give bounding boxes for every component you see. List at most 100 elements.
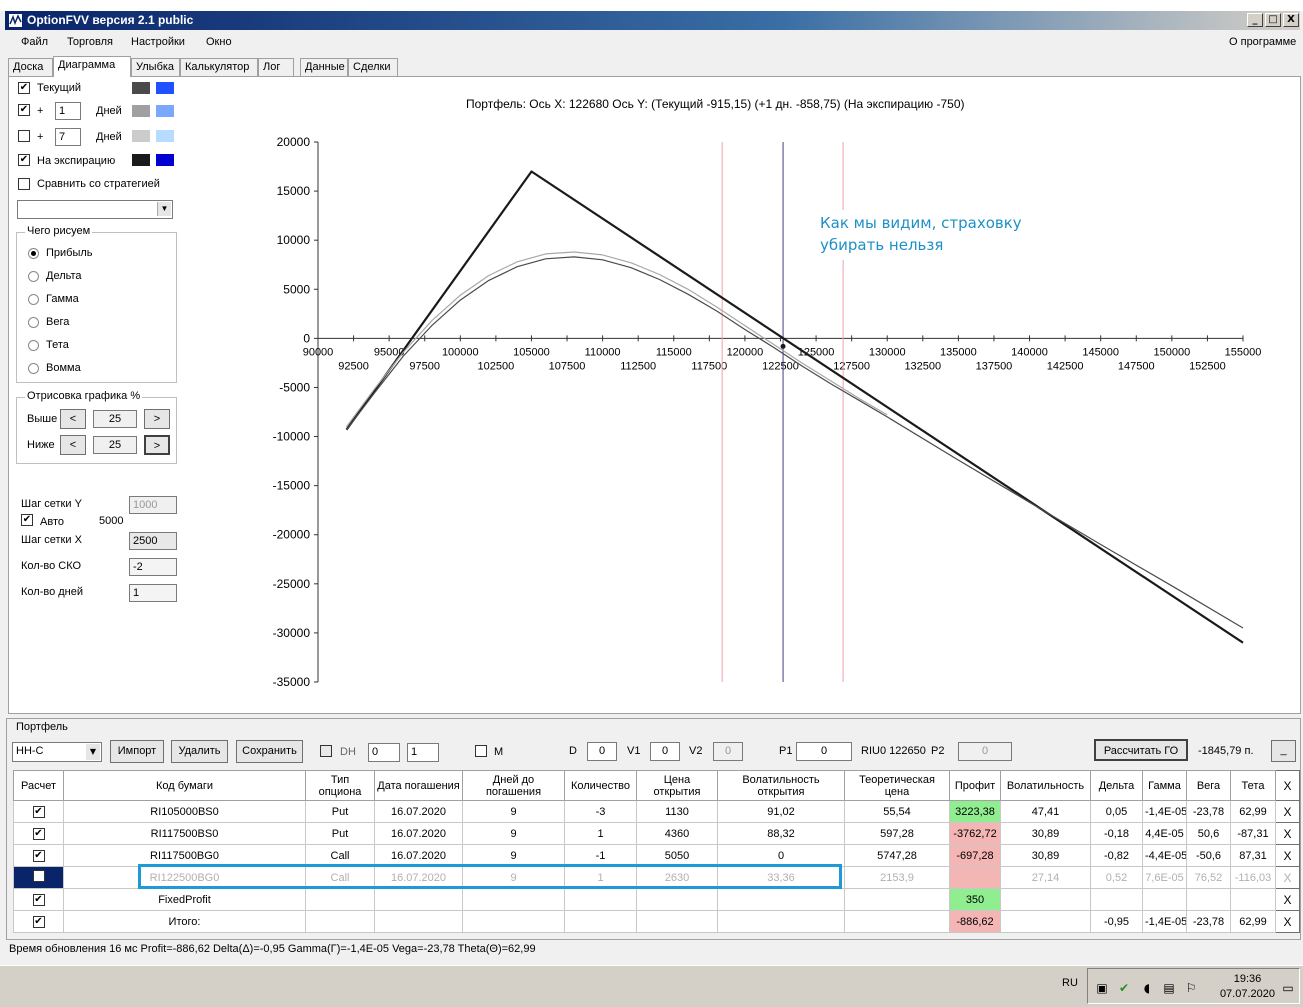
row-delete-button[interactable]: X	[1275, 888, 1300, 911]
y-tick-label: -15000	[273, 479, 311, 493]
col-header-price[interactable]: Цена открытия	[636, 770, 718, 801]
show-desktop-icon[interactable]: ▭	[1281, 981, 1295, 995]
save-button[interactable]: Сохранить	[236, 740, 303, 763]
col-header-date[interactable]: Дата погашения	[374, 770, 463, 801]
col-header-vega[interactable]: Вега	[1186, 770, 1231, 801]
calculate-go-button[interactable]: Рассчитать ГО	[1094, 739, 1188, 761]
cell-theo: 55,54	[844, 800, 950, 823]
chevron-down-icon[interactable]: ▼	[86, 744, 100, 760]
cell-vega: 76,52	[1186, 866, 1231, 889]
cell-theta: 62,99	[1230, 800, 1276, 823]
row-delete-button[interactable]: X	[1275, 866, 1300, 889]
v2-input[interactable]: 0	[713, 742, 743, 761]
cell-gamma: -4,4E-05	[1142, 844, 1187, 867]
row-checkbox[interactable]	[32, 870, 45, 882]
x-tick-label: 110000	[585, 346, 621, 358]
delete-button[interactable]: Удалить	[171, 740, 228, 763]
dh-stepper-1[interactable]: 0	[368, 743, 400, 762]
x-tick-label: 112500	[620, 360, 656, 372]
cell-qty[interactable]: -3	[564, 800, 637, 823]
y-tick-label: -30000	[273, 626, 311, 640]
x-tick-label: 135000	[940, 346, 977, 358]
cell-delta: 0,05	[1090, 800, 1143, 823]
col-header-delta[interactable]: Дельта	[1090, 770, 1143, 801]
x-tick-label: 120000	[727, 346, 764, 358]
cell-profit	[949, 866, 1001, 889]
row-delete-button[interactable]: X	[1275, 822, 1300, 845]
profit-chart[interactable]: 20000 15000 10000 5000 0 -5000 -10000 -15000 -20…	[0, 0, 1303, 720]
cell-qty[interactable]: 1	[564, 822, 637, 845]
col-header-type[interactable]: Тип опциона	[305, 770, 375, 801]
cell-gamma: 4,4E-05	[1142, 822, 1187, 845]
row-checkbox[interactable]: ✔	[32, 916, 45, 928]
table-row[interactable]: ✔ RI105000BS0 Put 16.07.2020 9 -3 1130 9…	[13, 800, 1300, 823]
portfolio-title: Портфель	[16, 721, 68, 733]
cell-theo: 2153,9	[844, 866, 950, 889]
cell-price[interactable]: 1130	[636, 800, 718, 823]
row-checkbox[interactable]: ✔	[32, 894, 45, 906]
portfolio-table: Расчет Код бумаги Тип опциона Дата погаш…	[13, 770, 1300, 933]
col-header-theta[interactable]: Тета	[1230, 770, 1276, 801]
y-tick-label: -20000	[273, 528, 311, 542]
y-tick-label: -5000	[279, 380, 310, 394]
d-input[interactable]: 0	[587, 742, 617, 761]
x-tick-label: 92500	[338, 360, 369, 372]
dh-stepper-2[interactable]: 1	[407, 743, 439, 762]
col-header-code[interactable]: Код бумаги	[63, 770, 306, 801]
language-indicator[interactable]: RU	[1062, 977, 1078, 989]
volume-icon[interactable]: ◖	[1140, 981, 1154, 995]
series-line-0	[345, 170, 1244, 644]
y-tick-label: 15000	[277, 184, 311, 198]
x-tick-label: 147500	[1118, 360, 1155, 372]
x-tick-label: 152500	[1189, 360, 1226, 372]
x-tick-label: 140000	[1011, 346, 1048, 358]
v1-input[interactable]: 0	[650, 742, 680, 761]
col-header-profit[interactable]: Профит	[949, 770, 1001, 801]
flag-icon[interactable]: ⚐	[1184, 981, 1198, 995]
cell-profit[interactable]: 350	[949, 888, 1001, 911]
network-icon[interactable]: ▣	[1095, 981, 1109, 995]
col-header-theo[interactable]: Теоретическая цена	[844, 770, 950, 801]
cell-theta: 87,31	[1230, 844, 1276, 867]
row-checkbox[interactable]: ✔	[32, 850, 45, 862]
collapse-button[interactable]: _	[1271, 740, 1296, 762]
security-icon[interactable]: ✔	[1117, 981, 1131, 995]
col-header-calc[interactable]: Расчет	[13, 770, 64, 801]
row-delete-button[interactable]: X	[1275, 844, 1300, 867]
cell-price[interactable]: 4360	[636, 822, 718, 845]
row-delete-button[interactable]: X	[1275, 910, 1300, 933]
row-delete-button[interactable]: X	[1275, 800, 1300, 823]
clock[interactable]: 19:36 07.07.2020	[1220, 972, 1275, 1002]
cell-code: RI117500BS0	[63, 822, 306, 845]
cell-theo: 597,28	[844, 822, 950, 845]
m-checkbox[interactable]	[475, 745, 487, 757]
dh-checkbox[interactable]	[320, 745, 332, 757]
row-checkbox[interactable]: ✔	[32, 828, 45, 840]
series-line-1	[346, 256, 1244, 629]
cell-vol-open: 91,02	[717, 800, 845, 823]
cell-date: 16.07.2020	[374, 800, 463, 823]
cell-vol: 30,89	[1000, 844, 1091, 867]
y-tick-label: -25000	[273, 577, 311, 591]
y-tick-label: -10000	[273, 430, 311, 444]
col-header-vol-open[interactable]: Волатильность открытия	[717, 770, 845, 801]
table-row-fixed-profit[interactable]: ✔ FixedProfit 350 X	[13, 888, 1300, 911]
tab-diagram[interactable]: Диаграмма	[53, 56, 131, 77]
m-label: M	[494, 746, 504, 758]
system-tray: ▣ ✔ ◖ ▤ ⚐ 19:36 07.07.2020 ▭	[1087, 968, 1300, 1004]
col-header-days[interactable]: Дней до погашения	[462, 770, 565, 801]
table-row[interactable]: ✔ RI117500BS0 Put 16.07.2020 9 1 4360 88…	[13, 822, 1300, 845]
cell-vega: -23,78	[1186, 800, 1231, 823]
p1-input[interactable]: 0	[796, 742, 852, 761]
x-tick-label: 145000	[1082, 346, 1119, 358]
col-header-qty[interactable]: Количество	[564, 770, 637, 801]
row-checkbox[interactable]: ✔	[32, 806, 45, 818]
cell-code: Итого:	[63, 910, 306, 933]
col-header-vol[interactable]: Волатильность	[1000, 770, 1091, 801]
display-icon[interactable]: ▤	[1162, 981, 1176, 995]
x-tick-label: 155000	[1225, 346, 1262, 358]
col-header-close[interactable]: X	[1275, 770, 1300, 801]
col-header-gamma[interactable]: Гамма	[1142, 770, 1187, 801]
p2-input[interactable]: 0	[958, 742, 1012, 761]
import-button[interactable]: Импорт	[110, 740, 164, 763]
